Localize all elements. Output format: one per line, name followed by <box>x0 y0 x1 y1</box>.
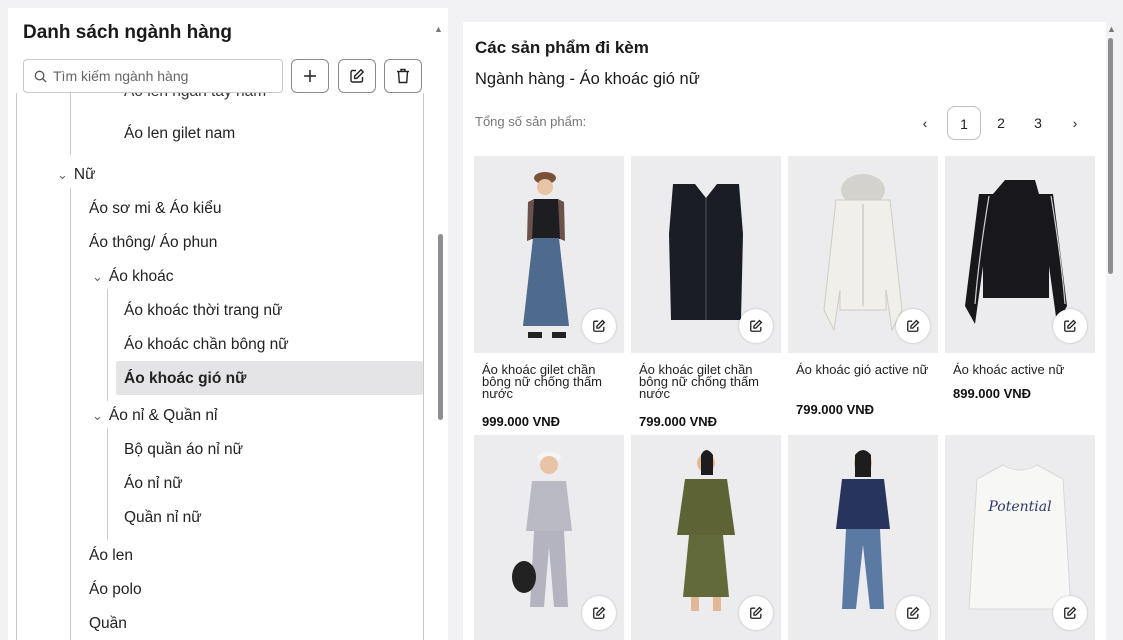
tree-item-ao-so-mi[interactable]: Áo sơ mi & Áo kiểu <box>89 200 222 218</box>
edit-product-button[interactable] <box>896 309 930 343</box>
tree-item-ao-thong[interactable]: Áo thông/ Áo phun <box>89 234 217 252</box>
tree-item-ao-polo[interactable]: Áo polo <box>89 581 142 599</box>
edit-product-button[interactable] <box>1053 309 1087 343</box>
prev-page-button[interactable]: ‹ <box>913 106 937 140</box>
right-scrollbar-thumb[interactable] <box>1108 38 1113 274</box>
product-image[interactable]: Potential <box>945 435 1095 640</box>
tree-item-bo-quan-ao-ni[interactable]: Bộ quần áo nỉ nữ <box>124 441 243 459</box>
product-image[interactable] <box>631 435 781 640</box>
edit-product-button[interactable] <box>896 596 930 630</box>
search-box[interactable] <box>23 59 283 93</box>
edit-product-button[interactable] <box>582 596 616 630</box>
product-name[interactable]: Áo khoác gilet chần bông nữ chống thấm n… <box>482 363 622 400</box>
edit-icon <box>1064 606 1077 619</box>
total-products-label: Tổng số sản phẩm: <box>475 114 587 129</box>
category-tree: Áo len ngắn tay nam Áo len gilet nam ⌄ Nữ… <box>16 93 424 640</box>
product-image[interactable] <box>474 435 624 640</box>
chevron-down-icon[interactable]: ⌄ <box>92 408 103 424</box>
scroll-up-arrow-icon[interactable]: ▲ <box>1107 24 1116 34</box>
category-panel: Danh sách ngành hàng Áo len ngắn tay nam… <box>8 8 448 640</box>
edit-icon <box>1064 319 1077 332</box>
chevron-down-icon[interactable]: ⌄ <box>57 167 68 183</box>
product-price: 799.000 VNĐ <box>796 402 875 417</box>
delete-category-button[interactable] <box>384 59 422 93</box>
product-price: 999.000 VNĐ <box>482 414 561 429</box>
tree-item-label: Áo nỉ & Quần nỉ <box>108 407 218 424</box>
tree-guide-line <box>107 289 108 401</box>
product-image[interactable] <box>788 156 938 353</box>
trash-icon <box>397 68 409 84</box>
product-image[interactable] <box>631 156 781 353</box>
product-image[interactable] <box>474 156 624 353</box>
products-panel-title: Các sản phẩm đi kèm <box>475 38 649 57</box>
tree-item-quan[interactable]: Quần <box>89 615 127 633</box>
product-name[interactable]: Áo khoác gió active nữ <box>796 363 936 376</box>
tree-guide-line <box>107 428 108 540</box>
edit-product-button[interactable] <box>739 309 773 343</box>
edit-icon <box>907 606 920 619</box>
product-price: 899.000 VNĐ <box>953 386 1032 401</box>
edit-product-button[interactable] <box>582 309 616 343</box>
edit-icon <box>907 319 920 332</box>
tree-item-nu[interactable]: ⌄ Nữ <box>57 166 95 184</box>
search-icon <box>34 70 47 83</box>
category-panel-title: Danh sách ngành hàng <box>23 22 233 43</box>
edit-icon <box>350 68 365 83</box>
tree-item-ao-ni-nu[interactable]: Áo nỉ nữ <box>124 475 183 493</box>
chevron-down-icon[interactable]: ⌄ <box>92 269 103 285</box>
tree-guide-line <box>70 188 71 640</box>
tree-item-ao-ni[interactable]: ⌄ Áo nỉ & Quần nỉ <box>92 407 217 425</box>
tree-item-ao-khoac[interactable]: ⌄ Áo khoác <box>92 268 174 286</box>
tree-item-ao-len-ngan-tay-nam[interactable]: Áo len ngắn tay nam <box>124 93 266 101</box>
edit-product-button[interactable] <box>1053 596 1087 630</box>
tree-item-ao-khoac-gio-selected[interactable]: Áo khoác gió nữ <box>124 370 246 388</box>
scroll-up-arrow-icon[interactable]: ▲ <box>434 24 443 34</box>
page: Danh sách ngành hàng Áo len ngắn tay nam… <box>0 0 1123 640</box>
pagination: ‹ 1 2 3 › <box>913 106 1093 140</box>
page-button-3[interactable]: 3 <box>1026 106 1050 140</box>
add-category-button[interactable] <box>291 59 329 93</box>
plus-icon <box>304 70 316 82</box>
product-image[interactable] <box>788 435 938 640</box>
tree-item-label: Áo khoác <box>108 268 174 285</box>
left-scrollbar-thumb[interactable] <box>438 234 443 420</box>
tree-item-label: Nữ <box>73 166 96 183</box>
page-button-1[interactable]: 1 <box>947 106 981 140</box>
edit-icon <box>750 319 763 332</box>
product-name[interactable]: Áo khoác gilet chần bông nữ chống thấm n… <box>639 363 779 400</box>
edit-category-button[interactable] <box>338 59 376 93</box>
product-name[interactable]: Áo khoác active nữ <box>953 363 1093 376</box>
tree-item-ao-khoac-thoi-trang[interactable]: Áo khoác thời trang nữ <box>124 302 282 320</box>
products-panel: Các sản phẩm đi kèm Ngành hàng - Áo khoá… <box>463 22 1106 640</box>
products-panel-subtitle: Ngành hàng - Áo khoác gió nữ <box>475 70 700 88</box>
tree-item-ao-len-gilet-nam[interactable]: Áo len gilet nam <box>124 125 235 143</box>
edit-icon <box>593 319 606 332</box>
page-button-2[interactable]: 2 <box>989 106 1013 140</box>
edit-icon <box>750 606 763 619</box>
tree-item-ao-len[interactable]: Áo len <box>89 547 133 565</box>
search-input[interactable] <box>53 68 273 84</box>
svg-text:Potential: Potential <box>987 499 1051 515</box>
next-page-button[interactable]: › <box>1063 106 1087 140</box>
edit-icon <box>593 606 606 619</box>
edit-product-button[interactable] <box>739 596 773 630</box>
product-price: 799.000 VNĐ <box>639 414 718 429</box>
tree-guide-line <box>70 93 71 155</box>
tree-item-quan-ni-nu[interactable]: Quần nỉ nữ <box>124 509 202 527</box>
tree-item-ao-khoac-chan-bong[interactable]: Áo khoác chần bông nữ <box>124 336 289 354</box>
product-image[interactable] <box>945 156 1095 353</box>
